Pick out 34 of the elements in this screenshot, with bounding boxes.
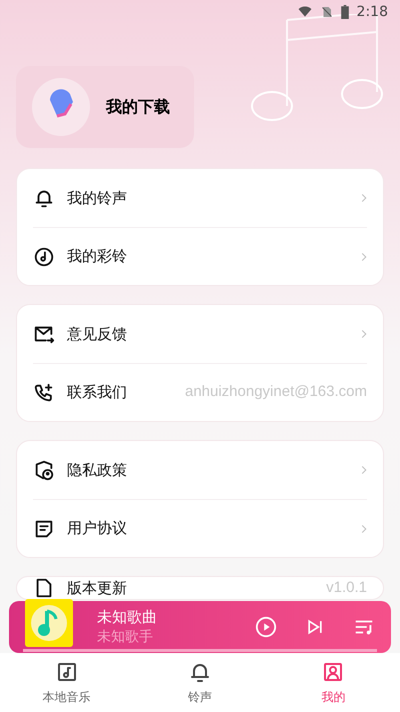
wifi-icon bbox=[296, 5, 313, 19]
nav-tab[interactable]: 铃声 bbox=[133, 653, 267, 712]
menu-row[interactable]: 我的彩铃 bbox=[33, 227, 367, 285]
battery-icon bbox=[340, 5, 349, 19]
music-disc-icon bbox=[33, 246, 55, 268]
artist-name: 未知歌手 bbox=[97, 628, 154, 647]
play-icon[interactable] bbox=[255, 616, 277, 638]
menu-label: 意见反馈 bbox=[67, 324, 127, 345]
chevron-right-icon bbox=[361, 329, 367, 339]
menu-label: 用户协议 bbox=[67, 518, 127, 540]
album-art-icon bbox=[25, 599, 73, 647]
song-title: 未知歌曲 bbox=[97, 607, 157, 627]
no-sim-icon bbox=[320, 5, 333, 19]
menu-label: 我的彩铃 bbox=[67, 246, 127, 268]
menu-row[interactable]: 意见反馈 bbox=[33, 305, 367, 363]
menu-label: 联系我们 bbox=[67, 382, 127, 404]
menu-row[interactable]: 用户协议 bbox=[33, 499, 367, 557]
bell-logo-icon bbox=[32, 78, 90, 136]
nav-tab[interactable]: 本地音乐 bbox=[0, 653, 134, 712]
chevron-right-icon bbox=[361, 465, 367, 475]
menu-row[interactable]: 我的铃声 bbox=[33, 169, 367, 227]
menu-label: 隐私政策 bbox=[67, 460, 127, 481]
status-time: 2:18 bbox=[356, 2, 388, 22]
chevron-right-icon bbox=[361, 524, 367, 534]
my-downloads-button[interactable]: 我的下载 bbox=[16, 66, 194, 148]
phone-add-icon bbox=[33, 382, 55, 404]
chevron-right-icon bbox=[361, 252, 367, 262]
chevron-right-icon bbox=[361, 193, 367, 203]
menu-row[interactable]: 隐私政策 bbox=[33, 441, 367, 499]
menu-label: 我的铃声 bbox=[67, 188, 127, 209]
menu-label: 版本更新 bbox=[67, 578, 127, 599]
shield-user-icon bbox=[33, 459, 55, 481]
mini-player[interactable]: 未知歌曲 未知歌手 bbox=[9, 601, 391, 653]
nav-tab[interactable]: 我的 bbox=[266, 653, 400, 712]
